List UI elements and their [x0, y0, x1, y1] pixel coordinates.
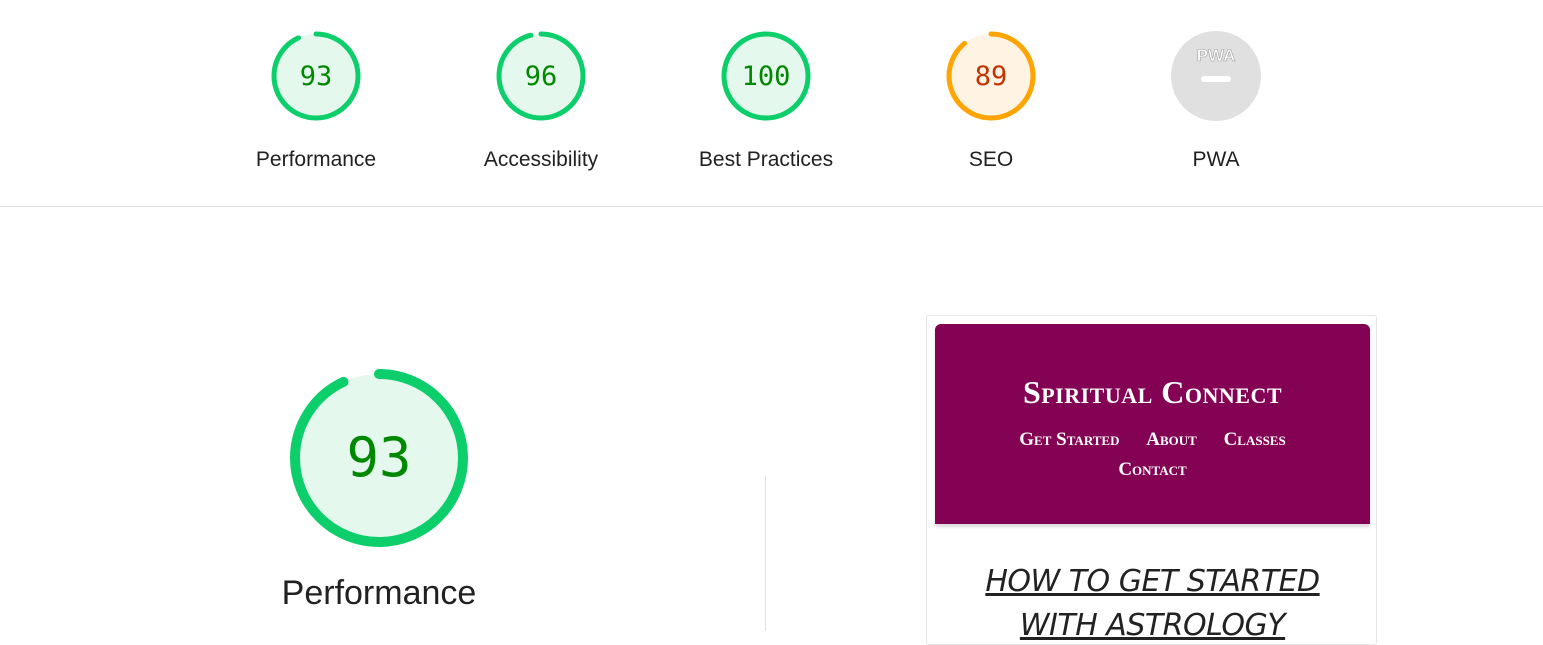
- gauge-pwa-label: PWA: [1192, 148, 1240, 171]
- gauge-seo[interactable]: 89 SEO: [891, 28, 1091, 172]
- pwa-badge-icon: PWA: [1171, 31, 1261, 121]
- site-header: Spiritual Connect Get Started About Clas…: [935, 324, 1370, 524]
- divider: [765, 476, 766, 631]
- final-screenshot: Spiritual Connect Get Started About Clas…: [926, 315, 1377, 645]
- gauge-performance-label: Performance: [255, 148, 377, 171]
- nav-get-started: Get Started: [1019, 429, 1120, 450]
- site-nav: Get Started About Classes Contact: [935, 425, 1370, 485]
- scores-header: 93 Performance 96 Accessibility 100 Best…: [0, 0, 1543, 207]
- gauge-best-practices-ring: 100: [721, 31, 811, 121]
- performance-main-score: 93: [346, 426, 411, 489]
- performance-main-ring: 93: [290, 369, 468, 547]
- site-heading-line2: with Astrology: [1019, 608, 1286, 643]
- site-title: Spiritual Connect: [1022, 374, 1283, 410]
- gauge-accessibility-ring: 96: [496, 31, 586, 121]
- nav-about: About: [1146, 429, 1197, 450]
- performance-title: Performance: [281, 574, 477, 612]
- nav-classes: Classes: [1223, 429, 1286, 450]
- gauge-seo-score: 89: [975, 61, 1008, 92]
- gauge-accessibility-label: Accessibility: [483, 148, 599, 171]
- gauge-seo-label: SEO: [968, 148, 1014, 171]
- gauge-seo-ring: 89: [946, 31, 1036, 121]
- gauge-performance-score: 93: [300, 61, 333, 92]
- gauge-accessibility-score: 96: [525, 61, 558, 92]
- site-heading: How to Get Started with Astrology: [927, 560, 1376, 644]
- gauge-pwa-badge-text: PWA: [1197, 46, 1236, 65]
- site-heading-line1: How to Get Started: [985, 564, 1320, 599]
- performance-main-gauge: 93: [279, 358, 479, 563]
- gauge-best-practices-score: 100: [742, 61, 791, 92]
- gauge-pwa[interactable]: PWA PWA: [1116, 28, 1316, 172]
- nav-contact: Contact: [1118, 459, 1187, 480]
- gauge-performance[interactable]: 93 Performance: [216, 28, 416, 172]
- gauge-accessibility[interactable]: 96 Accessibility: [441, 28, 641, 172]
- gauge-performance-ring: 93: [271, 31, 361, 121]
- gauge-best-practices[interactable]: 100 Best Practices: [666, 28, 866, 172]
- gauge-best-practices-label: Best Practices: [698, 148, 834, 171]
